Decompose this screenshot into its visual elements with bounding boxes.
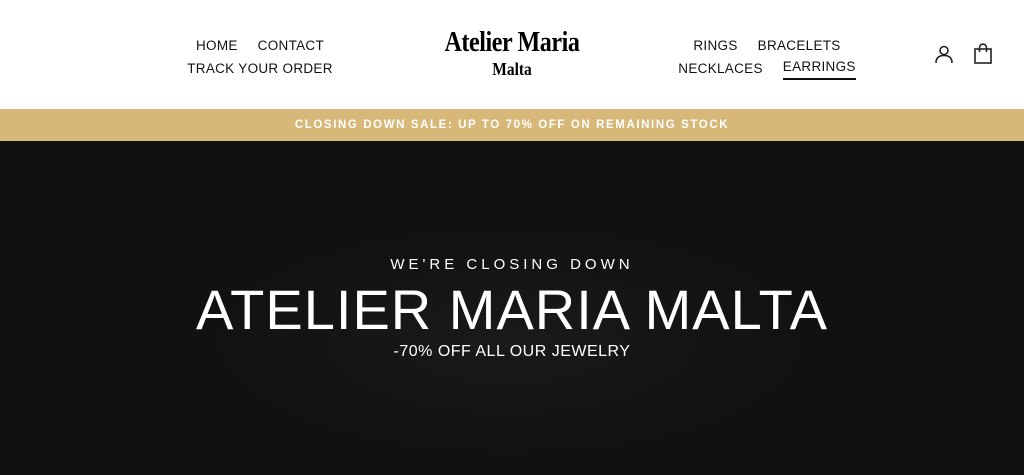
hero-kicker: WE'RE CLOSING DOWN [390, 256, 634, 273]
logo-wordmark: Atelier Maria [444, 27, 580, 58]
announcement-bar: CLOSING DOWN SALE: UP TO 70% OFF ON REMA… [0, 109, 1024, 141]
nav-track-order-link[interactable]: TRACK YOUR ORDER [187, 57, 333, 80]
nav-earrings-link[interactable]: EARRINGS [782, 57, 856, 80]
nav-home-link[interactable]: HOME [196, 34, 238, 57]
primary-nav-right: RINGS BRACELETS NECKLACES EARRINGS [636, 34, 898, 80]
nav-bracelets-link[interactable]: BRACELETS [758, 34, 841, 57]
nav-rings-link[interactable]: RINGS [693, 34, 737, 57]
logo-location: Malta [492, 59, 532, 79]
primary-nav-left: HOME CONTACT TRACK YOUR ORDER [180, 34, 340, 80]
shopping-bag-icon[interactable] [973, 43, 995, 65]
hero-subtitle: -70% OFF ALL OUR JEWELRY [393, 343, 631, 360]
site-header: HOME CONTACT TRACK YOUR ORDER Atelier Ma… [0, 0, 1024, 109]
hero-banner: WE'RE CLOSING DOWN ATELIER MARIA MALTA -… [0, 141, 1024, 475]
nav-contact-link[interactable]: CONTACT [258, 34, 324, 57]
user-icon[interactable] [934, 44, 956, 66]
nav-necklaces-link[interactable]: NECKLACES [678, 57, 762, 80]
hero-title: ATELIER MARIA MALTA [195, 278, 829, 341]
site-logo[interactable]: Atelier Maria Malta [412, 28, 612, 80]
